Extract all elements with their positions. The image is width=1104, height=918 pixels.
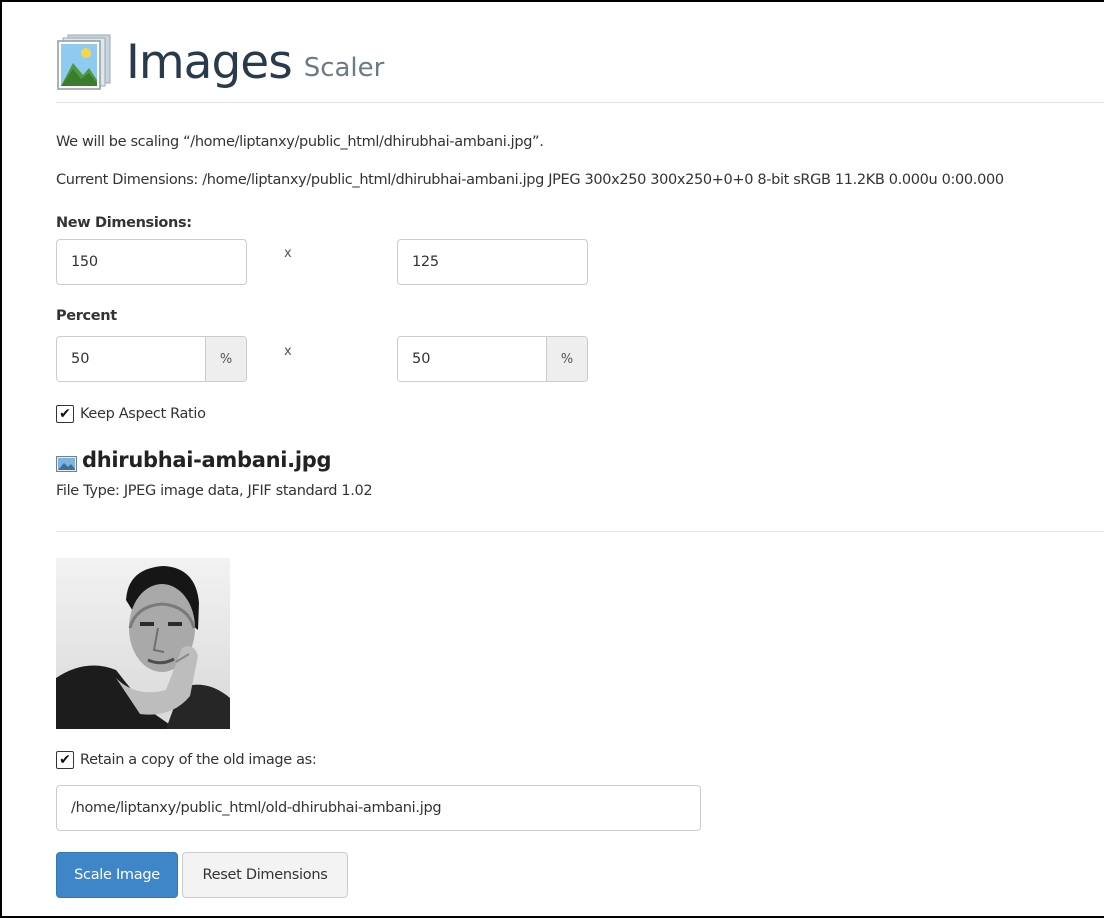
percent-height-unit: % [546,337,587,381]
percent-width-unit: % [205,337,246,381]
reset-dimensions-button[interactable]: Reset Dimensions [182,852,348,898]
scaling-info-text: We will be scaling “/home/liptanxy/publi… [56,134,544,150]
percent-width-group: % [56,336,247,382]
header-divider [56,102,1104,103]
dimensions-x-separator: x [284,246,292,261]
current-dimensions-text: Current Dimensions: /home/liptanxy/publi… [56,172,1004,188]
keep-aspect-ratio-row: ✔ Keep Aspect Ratio [56,405,206,423]
keep-aspect-ratio-checkbox[interactable]: ✔ [56,405,74,423]
file-name: dhirubhai-ambani.jpg [82,448,332,472]
old-image-path-input[interactable] [56,785,701,831]
scale-image-button[interactable]: Scale Image [56,852,178,898]
page-header: Images Scaler [56,22,384,102]
retain-copy-row: ✔ Retain a copy of the old image as: [56,751,317,769]
new-dimensions-label: New Dimensions: [56,215,192,231]
file-divider [56,531,1104,532]
new-width-input[interactable] [56,239,247,285]
percent-height-group: % [397,336,588,382]
percent-x-separator: x [284,344,292,359]
percent-width-input[interactable] [57,337,205,381]
file-type-text: File Type: JPEG image data, JFIF standar… [56,483,373,499]
percent-height-input[interactable] [398,337,546,381]
keep-aspect-ratio-label[interactable]: Keep Aspect Ratio [80,406,206,422]
percent-label: Percent [56,308,117,324]
page-subtitle: Scaler [303,53,385,83]
image-file-icon [56,456,77,472]
new-height-input[interactable] [397,239,588,285]
images-app-icon [57,34,111,90]
page-title: Images [126,34,293,90]
retain-copy-label[interactable]: Retain a copy of the old image as: [80,752,317,768]
retain-copy-checkbox[interactable]: ✔ [56,751,74,769]
image-preview [56,558,230,729]
